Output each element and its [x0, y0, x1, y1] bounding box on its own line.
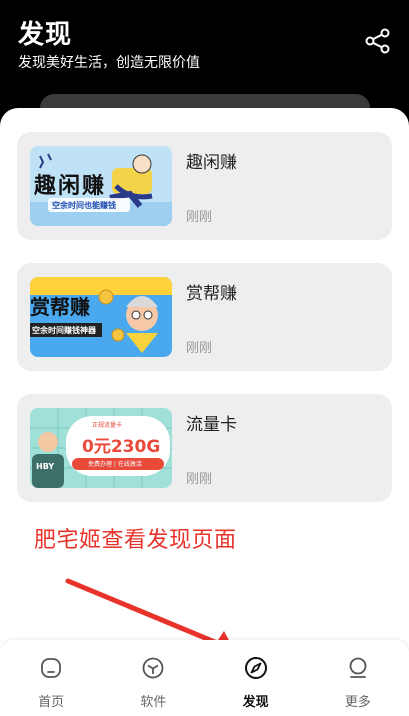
share-icon: [365, 28, 390, 54]
tab-home[interactable]: 首页: [0, 640, 102, 716]
app-thumbnail: 赏帮赚 空余时间赚钱神器: [30, 277, 172, 357]
tab-software[interactable]: 软件: [102, 640, 204, 716]
app-thumbnail: 正规流量卡 0元230G 免费办理 | 在线激活 HBY: [30, 408, 172, 488]
tab-label: 软件: [140, 695, 167, 710]
annotation-text: 肥宅姬查看发现页面: [34, 528, 237, 553]
thumb-top-label: 正规流量卡: [92, 422, 123, 429]
share-button[interactable]: [363, 26, 393, 56]
page-title: 发现: [18, 20, 73, 50]
page-subtitle: 发现美好生活，创造无限价值: [18, 55, 200, 71]
thumb-subtitle: 空余时间也能赚钱: [52, 201, 116, 210]
page-header: 发现 发现美好生活，创造无限价值: [0, 0, 409, 134]
bottom-tab-bar: 首页 软件 发现 更多: [0, 640, 409, 716]
cube-icon: [142, 657, 164, 679]
app-thumbnail: 趣闲赚 空余时间也能赚钱: [30, 146, 172, 226]
app-card-shangbangzhuan[interactable]: 赏帮赚 空余时间赚钱神器 赏帮赚 刚刚: [17, 263, 392, 371]
app-time: 刚刚: [186, 341, 213, 356]
tab-label: 更多: [344, 695, 371, 710]
app-card-liuliangka[interactable]: 正规流量卡 0元230G 免费办理 | 在线激活 HBY 流量卡 刚刚: [17, 394, 392, 502]
thumb-title: 赏帮赚: [30, 295, 90, 319]
profile-icon: [349, 657, 367, 678]
tab-label: 发现: [242, 695, 269, 710]
app-card-quxianzhuan[interactable]: 趣闲赚 空余时间也能赚钱 趣闲赚 刚刚: [17, 132, 392, 240]
thumb-title: 趣闲赚: [34, 174, 107, 199]
tab-more[interactable]: 更多: [307, 640, 409, 716]
compass-icon: [244, 657, 267, 679]
app-time: 刚刚: [186, 472, 213, 487]
app-name: 流量卡: [186, 415, 237, 435]
thumb-shirt-text: HBY: [36, 462, 55, 471]
app-name: 趣闲赚: [186, 153, 237, 173]
thumb-subtitle: 免费办理 | 在线激活: [88, 461, 142, 468]
thumb-title: 0元230G: [82, 437, 161, 457]
app-time: 刚刚: [186, 210, 213, 225]
tab-label: 首页: [38, 695, 65, 710]
app-name: 赏帮赚: [186, 284, 237, 304]
home-icon: [41, 658, 62, 678]
tab-discover[interactable]: 发现: [205, 640, 307, 716]
thumb-subtitle: 空余时间赚钱神器: [32, 326, 96, 335]
